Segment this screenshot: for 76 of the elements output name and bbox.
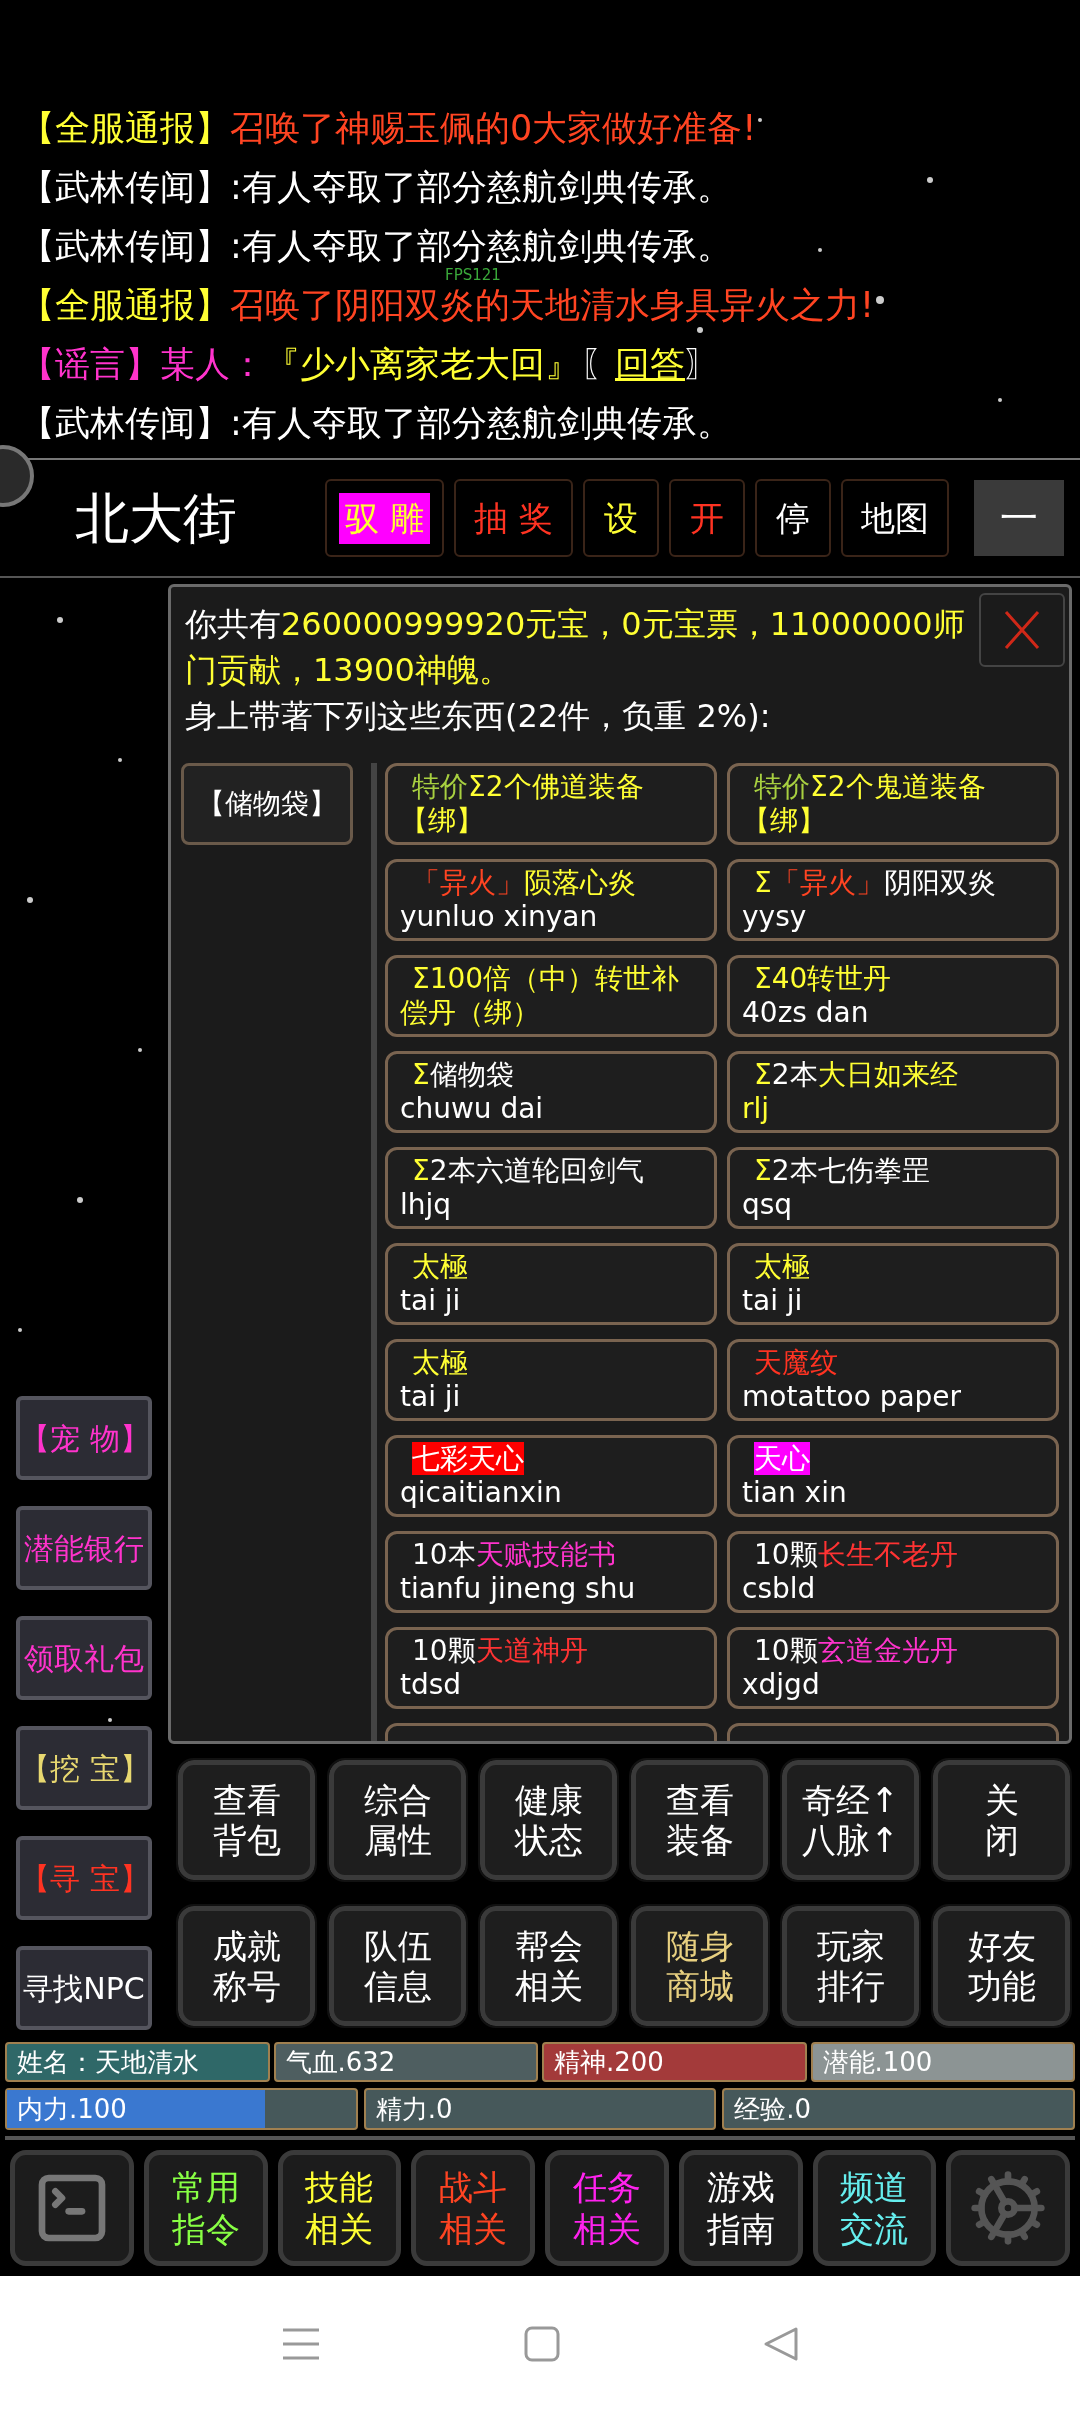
- side-menu-button[interactable]: 【宠 物】: [16, 1396, 152, 1480]
- inventory-item[interactable]: Σ100倍（中）转世补偿丹（绑）: [385, 955, 717, 1037]
- inventory-item[interactable]: 太極 tai ji: [727, 1243, 1059, 1325]
- side-menu-button[interactable]: 领取礼包: [16, 1616, 152, 1700]
- command-button[interactable]: 成就 称号: [178, 1906, 315, 2026]
- gear-button[interactable]: [946, 2150, 1070, 2266]
- side-menu-button[interactable]: 【寻 宝】: [16, 1836, 152, 1920]
- home-icon[interactable]: [524, 2326, 560, 2362]
- inventory-item[interactable]: Σ40转世丹 40zs dan: [727, 955, 1059, 1037]
- menu-button[interactable]: 任务 相关: [545, 2150, 669, 2266]
- command-button[interactable]: 关 闭: [933, 1760, 1070, 1880]
- side-menu-button[interactable]: 【挖 宝】: [16, 1726, 152, 1810]
- inventory-item[interactable]: 太極 tai ji: [385, 1243, 717, 1325]
- menu-button[interactable]: 频道 交流: [812, 2150, 937, 2266]
- terminal-button[interactable]: [10, 2150, 134, 2266]
- inventory-item[interactable]: 天心 tian xin: [727, 1435, 1059, 1517]
- command-button[interactable]: 综合 属性: [329, 1760, 466, 1880]
- stat-bar: 精神.200: [542, 2042, 807, 2082]
- inventory-item[interactable]: 10颗天道神丹 tdsd: [385, 1627, 717, 1709]
- inventory-item[interactable]: 10本天赋技能书 tianfu jineng shu: [385, 1531, 717, 1613]
- chat-message: 【全服通报】召唤了神赐玉佩的0大家做好准备!: [20, 106, 757, 149]
- menu-button[interactable]: 游戏 指南: [678, 2150, 803, 2266]
- inventory-item[interactable]: 10颗长生不老丹 csbld: [727, 1531, 1059, 1613]
- action-button[interactable]: 抽 奖: [453, 479, 573, 557]
- action-button[interactable]: 开: [668, 479, 745, 557]
- menu-button[interactable]: 常用 指令: [143, 2150, 268, 2266]
- chat-message: 【谣言】某人：『少小离家老大回』〖回答〗: [20, 342, 720, 385]
- action-button[interactable]: 设: [582, 479, 659, 557]
- command-button[interactable]: 好友 功能: [933, 1906, 1070, 2026]
- chat-message: 【全服通报】召唤了阴阳双炎的天地清水身具异火之力!: [20, 283, 875, 326]
- inventory-item[interactable]: 特价Σ2个佛道装备 【绑】: [385, 763, 717, 845]
- inventory-item[interactable]: Σ2本七伤拳罡 qsq: [727, 1147, 1059, 1229]
- menu-button[interactable]: 技能 相关: [277, 2150, 402, 2266]
- inventory-item[interactable]: 天魔纹 motattoo paper: [727, 1339, 1059, 1421]
- inventory-item[interactable]: 「异火」陨落心炎 yunluo xinyan: [385, 859, 717, 941]
- balance-text: 你共有260000999920元宝，0元宝票，11000000师门贡献，13900神魄。: [185, 604, 966, 691]
- meter-label: 精力.0: [374, 2094, 454, 2124]
- action-button[interactable]: 停: [754, 479, 831, 557]
- inventory-item[interactable]: Σ「异火」阴阳双炎 yysy: [727, 859, 1059, 941]
- stat-bar: 潜能.100: [810, 2042, 1075, 2082]
- chat-message: 【武林传闻】:有人夺取了部分慈航剑典传承。: [20, 401, 732, 444]
- category-button[interactable]: 【储物袋】: [181, 763, 353, 845]
- command-button[interactable]: 查看 背包: [178, 1760, 315, 1880]
- meter-label: 经验.0: [733, 2094, 813, 2124]
- command-button[interactable]: 帮会 相关: [480, 1906, 617, 2026]
- inventory-item[interactable]: 太極 tai ji: [385, 1339, 717, 1421]
- inventory-item[interactable]: Σ储物袋 chuwu dai: [385, 1051, 717, 1133]
- action-button[interactable]: 地图: [840, 479, 949, 557]
- command-button[interactable]: 查看 装备: [631, 1760, 768, 1880]
- collapse-button[interactable]: 一: [973, 480, 1064, 556]
- inventory-item[interactable]: 七彩天心 qicaitianxin: [385, 1435, 717, 1517]
- stat-bar: 气血.632: [273, 2042, 538, 2082]
- back-icon[interactable]: [762, 2326, 799, 2362]
- answer-link[interactable]: 回答: [615, 343, 685, 384]
- side-menu-button[interactable]: 寻找NPC: [16, 1946, 152, 2030]
- meter-label: 内力.100: [16, 2094, 128, 2124]
- items-summary-text: 身上带著下列这些东西(22件，负重 2%):: [185, 696, 772, 737]
- side-menu-button[interactable]: 潜能银行: [16, 1506, 152, 1590]
- location-title: 北大街: [75, 485, 238, 552]
- stat-bar: 姓名：天地清水: [5, 2042, 270, 2082]
- inventory-item[interactable]: Σ2本六道轮回剑气 lhjq: [385, 1147, 717, 1229]
- menu-icon[interactable]: [281, 2327, 322, 2361]
- menu-button[interactable]: 战斗 相关: [411, 2150, 535, 2266]
- chat-message: 【武林传闻】:有人夺取了部分慈航剑典传承。: [20, 224, 732, 267]
- command-button[interactable]: 健康 状态: [480, 1760, 617, 1880]
- inventory-item[interactable]: 10颗玄道金光丹 xdjgd: [727, 1627, 1059, 1709]
- close-icon: [1002, 608, 1042, 652]
- command-button[interactable]: 奇经↑ 八脉↑: [782, 1760, 919, 1880]
- command-button[interactable]: 随身 商城: [631, 1906, 768, 2026]
- inventory-item[interactable]: Σ2本大日如来经 rlj: [727, 1051, 1059, 1133]
- command-button[interactable]: 玩家 排行: [782, 1906, 919, 2026]
- close-button[interactable]: [979, 593, 1065, 667]
- inventory-item[interactable]: 特价Σ2个鬼道装备 【绑】: [727, 763, 1059, 845]
- command-button[interactable]: 队伍 信息: [329, 1906, 466, 2026]
- chat-message: 【武林传闻】:有人夺取了部分慈航剑典传承。: [20, 165, 732, 208]
- fps-counter: FPS121: [445, 268, 501, 283]
